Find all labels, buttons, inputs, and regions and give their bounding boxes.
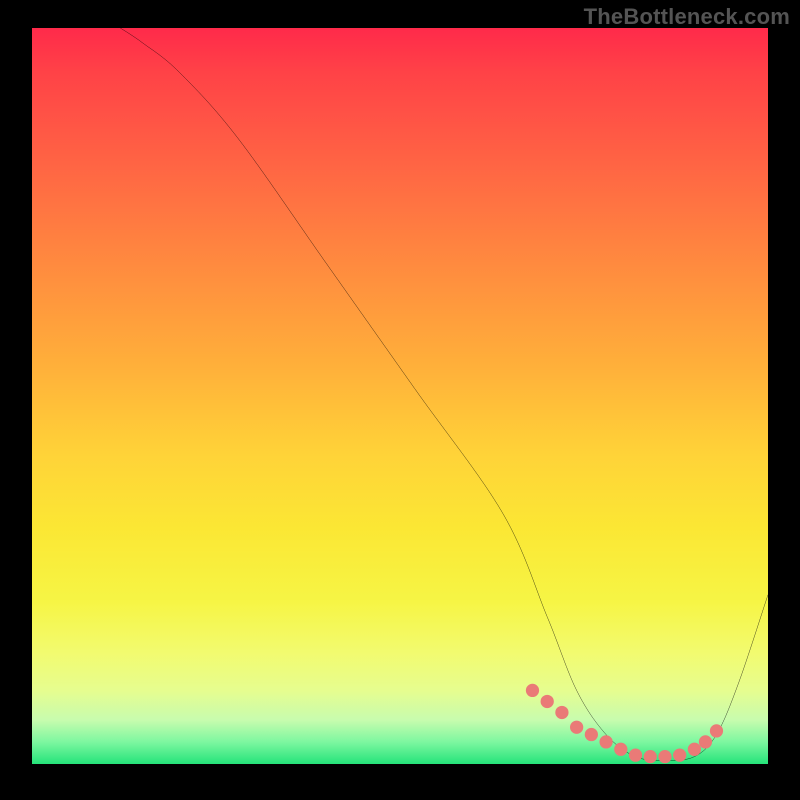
- watermark-text: TheBottleneck.com: [584, 4, 790, 30]
- marker-dot: [570, 721, 583, 734]
- marker-dot: [688, 743, 701, 756]
- marker-dot: [699, 735, 712, 748]
- curve-line: [120, 28, 768, 760]
- marker-dot: [629, 749, 642, 762]
- marker-dot: [526, 684, 539, 697]
- marker-dot: [585, 728, 598, 741]
- marker-dot: [599, 735, 612, 748]
- highlight-markers: [526, 684, 723, 763]
- marker-dot: [614, 743, 627, 756]
- plot-area: [32, 28, 768, 764]
- marker-dot: [658, 750, 671, 763]
- marker-dot: [555, 706, 568, 719]
- marker-dot: [673, 749, 686, 762]
- marker-dot: [710, 724, 723, 737]
- chart-frame: TheBottleneck.com: [0, 0, 800, 800]
- bottleneck-curve: [120, 28, 768, 760]
- marker-dot: [644, 750, 657, 763]
- chart-svg: [32, 28, 768, 764]
- marker-dot: [541, 695, 554, 708]
